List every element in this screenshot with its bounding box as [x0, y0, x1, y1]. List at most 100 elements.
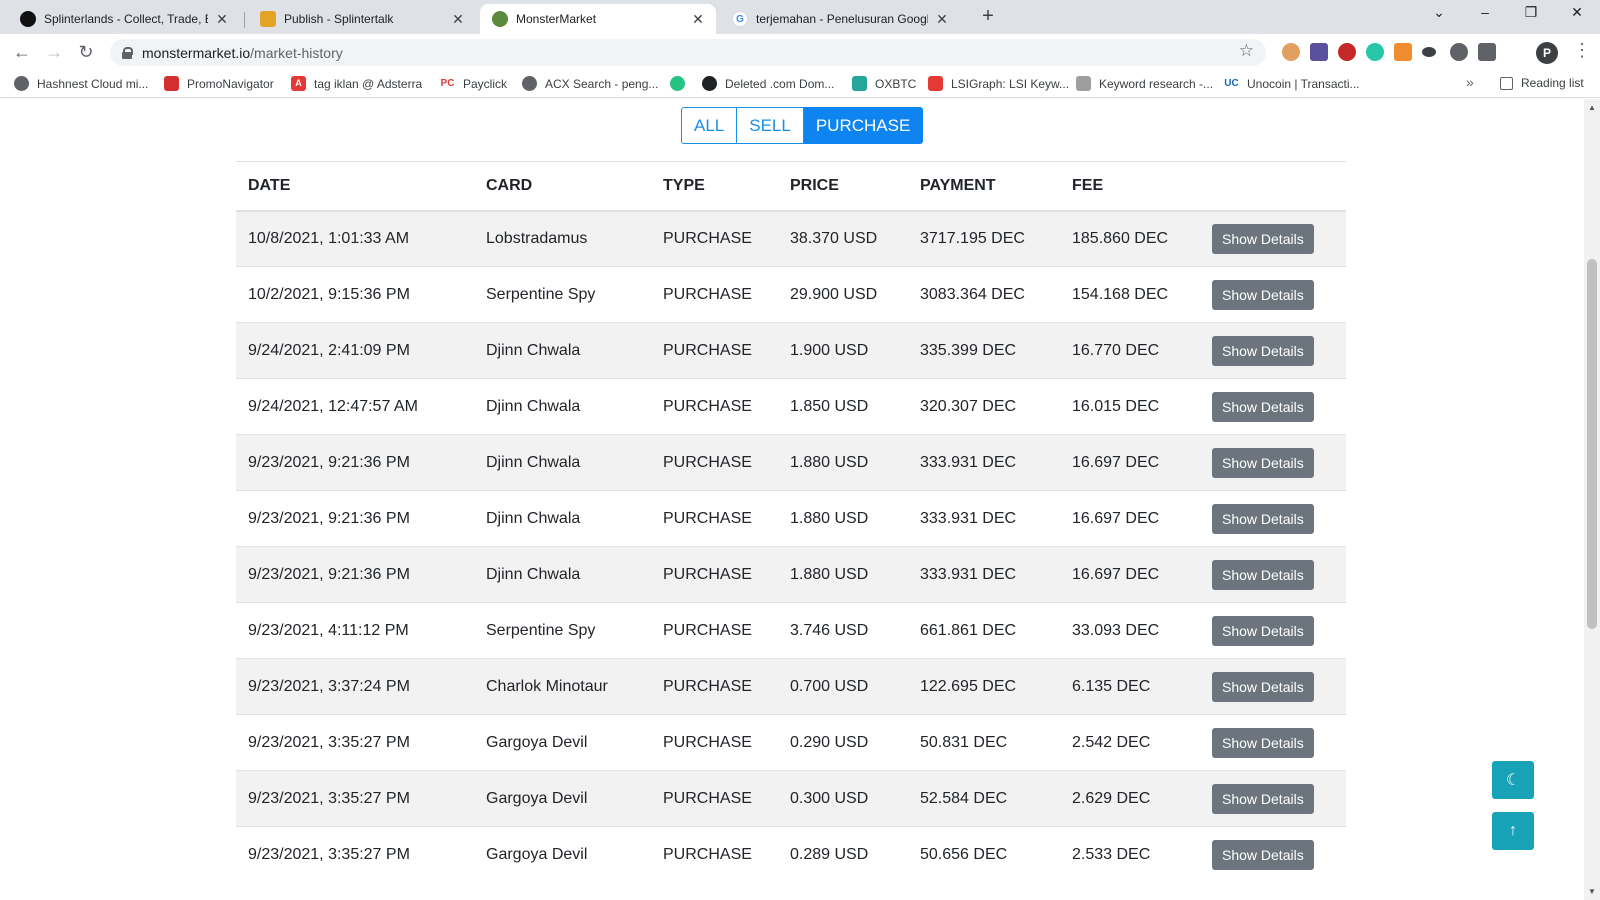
scroll-up-arrow-icon[interactable]: ▲ — [1588, 103, 1596, 112]
show-details-button[interactable]: Show Details — [1212, 335, 1314, 366]
extension-icon[interactable] — [1310, 43, 1328, 61]
new-tab-button[interactable]: + — [976, 5, 1000, 28]
cell-price: 1.880 USD — [778, 490, 908, 547]
close-tab-icon[interactable]: ✕ — [690, 11, 706, 28]
puzzle-icon[interactable] — [1478, 43, 1496, 61]
tab-splinterlands[interactable]: Splinterlands - Collect, Trade, Bat ✕ — [8, 4, 240, 34]
cell-actions: Show Details — [1200, 210, 1346, 267]
table-row: 9/24/2021, 2:41:09 PM Djinn Chwala PURCHAS… — [236, 322, 1346, 379]
cell-actions: Show Details — [1200, 322, 1346, 379]
close-tab-icon[interactable]: ✕ — [934, 11, 950, 28]
arrow-up-icon: ↑ — [1509, 822, 1517, 839]
tab-splintertalk[interactable]: Publish - Splintertalk ✕ — [248, 4, 476, 34]
splintertalk-favicon-icon — [260, 11, 276, 27]
bookmark-item[interactable]: LSIGraph: LSI Keyw... — [928, 76, 1069, 91]
cell-type: PURCHASE — [651, 658, 778, 715]
cell-price: 0.289 USD — [778, 826, 908, 883]
bookmark-label: Unocoin | Transacti... — [1247, 76, 1360, 91]
restore-button[interactable]: ❐ — [1508, 4, 1554, 21]
page-scrollbar[interactable]: ▲ ▼ — [1584, 99, 1600, 900]
forward-arrow-icon[interactable]: → — [42, 40, 66, 64]
filter-all-button[interactable]: ALL — [681, 107, 738, 144]
minimize-button[interactable]: – — [1462, 4, 1508, 20]
cell-price: 1.850 USD — [778, 378, 908, 435]
reload-icon[interactable]: ↻ — [74, 40, 98, 64]
bookmark-item[interactable]: Atag iklan @ Adsterra — [291, 76, 422, 91]
menu-icon[interactable]: ⋮ — [1573, 40, 1591, 61]
bookmark-item[interactable]: UC Unocoin | Transacti... — [1224, 76, 1360, 91]
filter-sell-button[interactable]: SELL — [737, 107, 804, 144]
cell-type: PURCHASE — [651, 714, 778, 771]
bookmark-item[interactable]: Keyword research -... — [1076, 76, 1213, 91]
scrollbar-thumb[interactable] — [1587, 259, 1597, 629]
cell-payment: 320.307 DEC — [908, 378, 1060, 435]
reading-list-icon — [1500, 76, 1513, 90]
cell-payment: 333.931 DEC — [908, 434, 1060, 491]
show-details-button[interactable]: Show Details — [1212, 671, 1314, 702]
search-icon — [522, 76, 537, 91]
cell-payment: 52.584 DEC — [908, 770, 1060, 827]
extension-icon[interactable] — [1366, 43, 1384, 61]
table-row: 9/23/2021, 3:37:24 PM Charlok Minotaur PUR… — [236, 658, 1346, 715]
show-details-button[interactable]: Show Details — [1212, 559, 1314, 590]
extension-icon[interactable] — [1282, 43, 1300, 61]
close-tab-icon[interactable]: ✕ — [450, 11, 466, 28]
extension-icon[interactable] — [1422, 47, 1436, 57]
show-details-button[interactable]: Show Details — [1212, 279, 1314, 310]
bookmark-item[interactable]: PC Payclick — [440, 76, 507, 91]
show-details-button[interactable]: Show Details — [1212, 391, 1314, 422]
table-body: 10/8/2021, 1:01:33 AM Lobstradamus PURCHAS… — [236, 210, 1346, 883]
tab-monstermarket[interactable]: MonsterMarket ✕ — [480, 4, 716, 34]
show-details-button[interactable]: Show Details — [1212, 839, 1314, 870]
tab-title: Splinterlands - Collect, Trade, Bat — [44, 12, 208, 26]
bookmark-icon: A — [291, 76, 306, 91]
dark-mode-toggle-button[interactable]: ☾ — [1492, 761, 1534, 799]
bookmark-item[interactable] — [670, 76, 685, 91]
profile-avatar[interactable]: P — [1536, 42, 1558, 64]
address-bar[interactable]: monstermarket.io/market-history ☆ — [110, 39, 1266, 66]
metamask-icon[interactable] — [1394, 43, 1412, 61]
bookmark-icon — [928, 76, 943, 91]
show-details-button[interactable]: Show Details — [1212, 783, 1314, 814]
bookmark-item[interactable]: Deleted .com Dom... — [702, 76, 834, 91]
url-path: /market-history — [250, 44, 343, 61]
cell-card: Gargoya Devil — [474, 826, 651, 883]
scroll-to-top-button[interactable]: ↑ — [1492, 812, 1534, 850]
cell-payment: 3717.195 DEC — [908, 210, 1060, 267]
filter-purchase-button[interactable]: PURCHASE — [803, 107, 924, 144]
bookmark-item[interactable]: PromoNavigator — [164, 76, 274, 91]
cell-type: PURCHASE — [651, 602, 778, 659]
bookmark-item[interactable]: OXBTC — [852, 76, 916, 91]
show-details-button[interactable]: Show Details — [1212, 447, 1314, 478]
tab-divider — [244, 12, 245, 28]
cell-price: 1.880 USD — [778, 546, 908, 603]
extension-icon[interactable] — [1450, 43, 1468, 61]
close-tab-icon[interactable]: ✕ — [214, 11, 230, 28]
close-window-button[interactable]: ✕ — [1554, 4, 1600, 21]
tab-search-chevron-icon[interactable]: ⌄ — [1416, 4, 1462, 21]
bookmark-star-icon[interactable]: ☆ — [1239, 41, 1254, 61]
show-details-button[interactable]: Show Details — [1212, 615, 1314, 646]
splinterlands-favicon-icon — [20, 11, 36, 27]
more-bookmarks-chevron-icon[interactable]: » — [1466, 74, 1474, 90]
filter-button-group: ALL SELL PURCHASE — [681, 107, 924, 144]
extension-icon[interactable] — [1338, 43, 1356, 61]
show-details-button[interactable]: Show Details — [1212, 223, 1314, 254]
table-row: 9/23/2021, 3:35:27 PM Gargoya Devil PURCHA… — [236, 826, 1346, 883]
column-header-payment: PAYMENT — [908, 161, 1060, 212]
back-arrow-icon[interactable]: ← — [10, 40, 34, 64]
cell-fee: 16.697 DEC — [1060, 434, 1200, 491]
show-details-button[interactable]: Show Details — [1212, 727, 1314, 758]
tab-google-search[interactable]: G terjemahan - Penelusuran Googl ✕ — [720, 4, 960, 34]
scroll-down-arrow-icon[interactable]: ▼ — [1588, 887, 1596, 896]
cell-card: Gargoya Devil — [474, 770, 651, 827]
bookmark-item[interactable]: ACX Search - peng... — [522, 76, 658, 91]
reading-list-label: Reading list — [1521, 76, 1584, 90]
cell-actions: Show Details — [1200, 714, 1346, 771]
reading-list-button[interactable]: Reading list — [1500, 76, 1584, 90]
bookmark-item[interactable]: Hashnest Cloud mi... — [14, 76, 148, 91]
table-row: 9/23/2021, 3:35:27 PM Gargoya Devil PURCHA… — [236, 714, 1346, 771]
cell-card: Djinn Chwala — [474, 490, 651, 547]
google-favicon-icon: G — [732, 11, 748, 27]
show-details-button[interactable]: Show Details — [1212, 503, 1314, 534]
